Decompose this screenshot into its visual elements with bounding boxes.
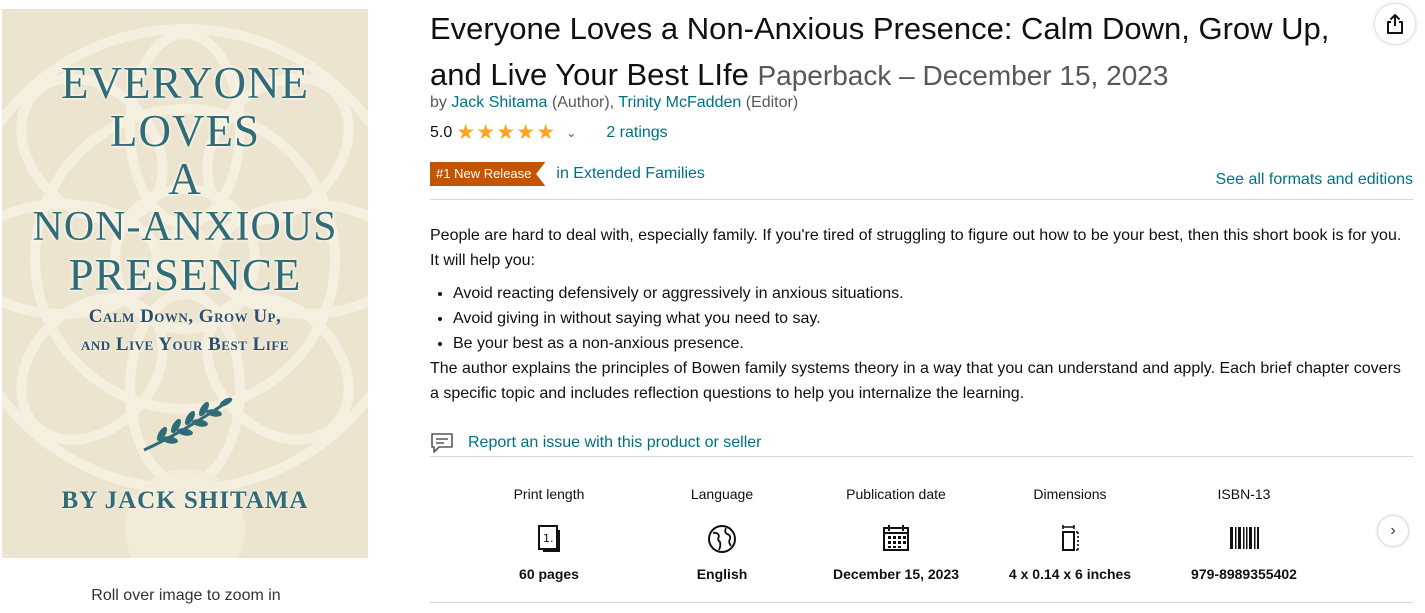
calendar-icon [883, 525, 909, 551]
cover-title-line: PRESENCE [68, 250, 302, 300]
cover-subtitle: Calm Down, Grow Up, and Live Your Best L… [2, 303, 368, 359]
zoom-hint: Roll over image to zoom in [91, 587, 281, 604]
attribute-value: 979-8989355402 [1191, 566, 1297, 582]
divider [430, 602, 1413, 603]
description-bullet: Avoid giving in without saying what you … [453, 306, 1413, 331]
description-bullets: Avoid reacting defensively or aggressive… [453, 281, 1413, 356]
attribute-icon-wrap [811, 524, 981, 556]
barcode-icon [1230, 527, 1259, 549]
byline: by Jack Shitama (Author), Trinity McFadd… [430, 94, 798, 112]
binding-and-date: Paperback – December 15, 2023 [757, 60, 1169, 91]
report-issue-text: Report an issue with this product or sel… [468, 434, 762, 451]
new-release-badge[interactable]: #1 New Release [430, 162, 546, 186]
rating-row: 5.0 ★ ★ ★ ★ ★ ⌄ 2 ratings [430, 121, 668, 144]
attribute-label: Print length [513, 486, 585, 502]
see-all-formats-link[interactable]: See all formats and editions [1216, 171, 1413, 189]
carousel-next-button[interactable]: › [1378, 516, 1408, 546]
star-icon: ★ [536, 121, 556, 144]
globe-icon [708, 525, 736, 553]
attribute-label: Dimensions [1033, 486, 1107, 502]
cover-title-line: LOVES [110, 106, 260, 156]
attribute-icon-wrap [1159, 524, 1329, 556]
cover-title: EVERYONE LOVES A NON-ANXIOUS PRESENCE [2, 59, 368, 299]
attribute-value: December 15, 2023 [832, 566, 960, 582]
cover-subtitle-line: and Live Your Best Life [81, 334, 289, 355]
description-intro: People are hard to deal with, especially… [430, 227, 1402, 269]
cover-title-line: EVERYONE [61, 58, 309, 108]
attribute-value: 60 pages [519, 566, 579, 582]
chevron-right-icon: › [1390, 522, 1396, 539]
attribute-icon-wrap [637, 524, 807, 556]
attribute-icon-wrap [985, 524, 1155, 556]
badge-category-link[interactable]: in Extended Families [556, 165, 705, 183]
star-icon: ★ [496, 121, 516, 144]
attribute-value: 4 x 0.14 x 6 inches [1008, 566, 1132, 582]
cover-title-line: A [168, 154, 202, 204]
book-description: People are hard to deal with, especially… [430, 223, 1413, 406]
book-cover-image[interactable]: EVERYONE LOVES A NON-ANXIOUS PRESENCE Ca… [2, 9, 368, 558]
description-closing: The author explains the principles of Bo… [430, 360, 1401, 402]
attribute-icon-wrap: 1. [464, 524, 634, 556]
product-attributes-carousel: Print length 1. 60 pages Language Englis… [430, 458, 1413, 603]
star-icon: ★ [516, 121, 536, 144]
divider [430, 456, 1413, 457]
product-title: Everyone Loves a Non-Anxious Presence: C… [430, 6, 1380, 99]
description-bullet: Be your best as a non-anxious presence. [453, 331, 1413, 356]
chevron-down-icon[interactable]: ⌄ [566, 126, 576, 140]
attribute-label: Publication date [846, 486, 946, 502]
report-issue-link[interactable]: Report an issue with this product or sel… [430, 432, 761, 454]
cover-title-line: NON-ANXIOUS [32, 204, 338, 250]
page-count-icon: 1. [538, 525, 560, 552]
author-link[interactable]: Jack Shitama [451, 94, 547, 111]
cover-subtitle-line: Calm Down, Grow Up, [88, 306, 282, 327]
byline-prefix: by [430, 94, 447, 111]
cover-author: BY JACK SHITAMA [61, 487, 309, 514]
divider [430, 199, 1413, 200]
star-icon: ★ [456, 121, 476, 144]
share-icon [1387, 14, 1403, 34]
best-seller-row: #1 New Release in Extended Families [430, 162, 705, 186]
olive-branch-icon [143, 397, 233, 452]
product-details: Everyone Loves a Non-Anxious Presence: C… [430, 0, 1415, 613]
svg-text:1.: 1. [543, 532, 554, 545]
star-rating[interactable]: ★ ★ ★ ★ ★ [456, 121, 556, 144]
star-icon: ★ [476, 121, 496, 144]
attribute-value: English [696, 566, 748, 582]
share-button[interactable] [1375, 4, 1415, 44]
editor-role: (Editor) [745, 94, 799, 111]
rating-value: 5.0 [430, 124, 453, 141]
editor-link[interactable]: Trinity McFadden [618, 94, 741, 111]
ratings-count-link[interactable]: 2 ratings [606, 124, 667, 142]
comment-flag-icon [431, 433, 453, 453]
attribute-label: ISBN-13 [1217, 486, 1271, 502]
attribute-label: Language [690, 486, 754, 502]
dimensions-icon [1062, 525, 1080, 551]
image-block: EVERYONE LOVES A NON-ANXIOUS PRESENCE Ca… [0, 0, 372, 613]
description-bullet: Avoid reacting defensively or aggressive… [453, 281, 1413, 306]
author-role: (Author), [551, 94, 615, 111]
